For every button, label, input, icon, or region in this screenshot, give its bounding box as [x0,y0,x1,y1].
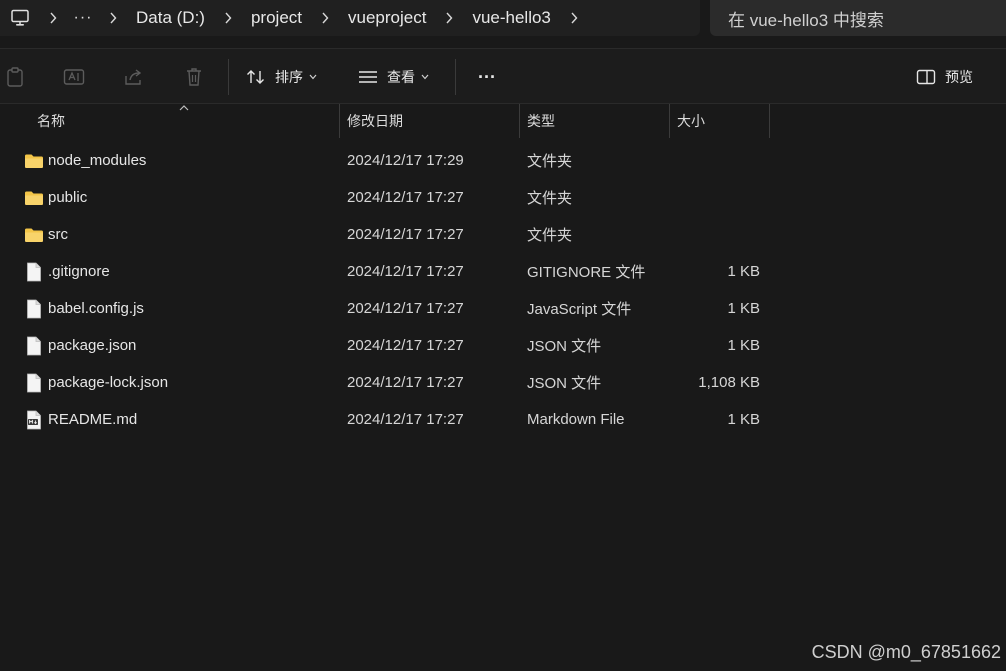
column-header-type[interactable]: 类型 [520,104,668,138]
file-size: 1 KB [727,300,760,317]
table-row[interactable]: .gitignore 2024/12/17 17:27 GITIGNORE 文件… [0,253,770,290]
share-icon [125,69,142,85]
file-type: 文件夹 [527,190,573,207]
file-size: 1 KB [727,337,760,354]
preview-label: 预览 [945,69,973,85]
folder-icon [24,179,44,216]
file-size: 1,108 KB [698,374,760,391]
chevron-right-icon[interactable] [98,12,128,24]
share-button[interactable] [120,49,148,105]
table-row[interactable]: package.json 2024/12/17 17:27 JSON 文件 1 … [0,327,770,364]
file-icon [24,364,44,401]
file-type: 文件夹 [527,227,573,244]
file-name: README.md [48,411,138,428]
table-row[interactable]: src 2024/12/17 17:27 文件夹 [0,216,770,253]
file-date: 2024/12/17 17:27 [347,411,464,428]
column-divider[interactable] [769,104,770,138]
column-header-date[interactable]: 修改日期 [340,104,518,138]
breadcrumb-item[interactable]: Data (D:) [128,8,213,28]
column-headers: 名称 修改日期 类型 大小 [0,104,1006,138]
folder-icon [24,216,44,253]
file-size [670,179,760,216]
toolbar-divider [455,59,456,95]
view-label: 查看 [387,69,415,85]
chevron-right-icon[interactable] [559,12,589,24]
file-size: 1 KB [727,263,760,280]
file-name: package.json [48,337,137,354]
file-date: 2024/12/17 17:27 [347,300,464,317]
trash-icon [187,68,201,86]
file-date: 2024/12/17 17:27 [347,189,464,206]
file-name: babel.config.js [48,300,144,317]
computer-icon[interactable] [2,2,38,34]
file-type: JSON 文件 [527,375,602,392]
table-row[interactable]: README.md 2024/12/17 17:27 Markdown File… [0,401,770,438]
file-name: public [48,189,88,206]
search-placeholder: 在 vue-hello3 中搜索 [728,10,884,30]
table-row[interactable]: package-lock.json 2024/12/17 17:27 JSON … [0,364,770,401]
file-type: JSON 文件 [527,338,602,355]
sort-button[interactable]: 排序 [246,49,326,105]
chevron-down-icon [309,74,317,80]
address-bar[interactable]: ··· Data (D:) project vueproject vue-hel… [0,0,700,36]
table-row[interactable]: public 2024/12/17 17:27 文件夹 [0,179,770,216]
table-row[interactable]: babel.config.js 2024/12/17 17:27 JavaScr… [0,290,770,327]
paste-button[interactable] [2,49,28,105]
chevron-right-icon[interactable] [310,12,340,24]
file-icon [24,253,44,290]
file-date: 2024/12/17 17:27 [347,226,464,243]
sort-label: 排序 [275,69,303,85]
rename-button[interactable] [60,49,88,105]
chevron-right-icon[interactable] [38,12,68,24]
sort-icon [247,70,264,84]
chevron-down-icon [421,74,429,80]
file-name: package-lock.json [48,374,169,391]
file-size [670,142,760,179]
breadcrumb-overflow-button[interactable]: ··· [68,9,98,27]
preview-pane-icon [916,69,936,85]
file-size: 1 KB [727,411,760,428]
file-list: node_modules 2024/12/17 17:29 文件夹 public… [0,142,770,438]
folder-icon [24,142,44,179]
column-header-name[interactable]: 名称 [30,104,338,138]
table-row[interactable]: node_modules 2024/12/17 17:29 文件夹 [0,142,770,179]
more-options-button[interactable]: ··· [472,49,502,105]
file-size [670,216,760,253]
toolbar-divider [228,59,229,95]
markdown-file-icon [24,401,44,438]
view-list-icon [359,71,377,83]
chevron-right-icon[interactable] [434,12,464,24]
file-date: 2024/12/17 17:27 [347,374,464,391]
file-icon [24,290,44,327]
file-date: 2024/12/17 17:27 [347,263,464,280]
file-name: src [48,226,68,243]
watermark: CSDN @m0_67851662 [811,642,1001,662]
file-date: 2024/12/17 17:29 [347,152,464,169]
command-bar: 排序 查看 ··· 预览 [0,48,1006,104]
preview-pane-button[interactable]: 预览 [916,49,986,105]
file-type: GITIGNORE 文件 [527,264,646,281]
file-icon [24,327,44,364]
file-name: node_modules [48,152,147,169]
file-name: .gitignore [48,263,110,280]
file-type: JavaScript 文件 [527,301,632,318]
file-type: 文件夹 [527,153,573,170]
clipboard-icon [7,67,23,87]
breadcrumb-item[interactable]: vueproject [340,8,434,28]
file-type: Markdown File [527,411,625,428]
column-header-size[interactable]: 大小 [670,104,768,138]
search-input[interactable]: 在 vue-hello3 中搜索 [710,0,1006,36]
file-date: 2024/12/17 17:27 [347,337,464,354]
delete-button[interactable] [181,49,207,105]
chevron-right-icon[interactable] [213,12,243,24]
rename-icon [63,69,85,85]
view-button[interactable]: 查看 [358,49,438,105]
breadcrumb-item[interactable]: project [243,8,310,28]
breadcrumb-item[interactable]: vue-hello3 [464,8,558,28]
